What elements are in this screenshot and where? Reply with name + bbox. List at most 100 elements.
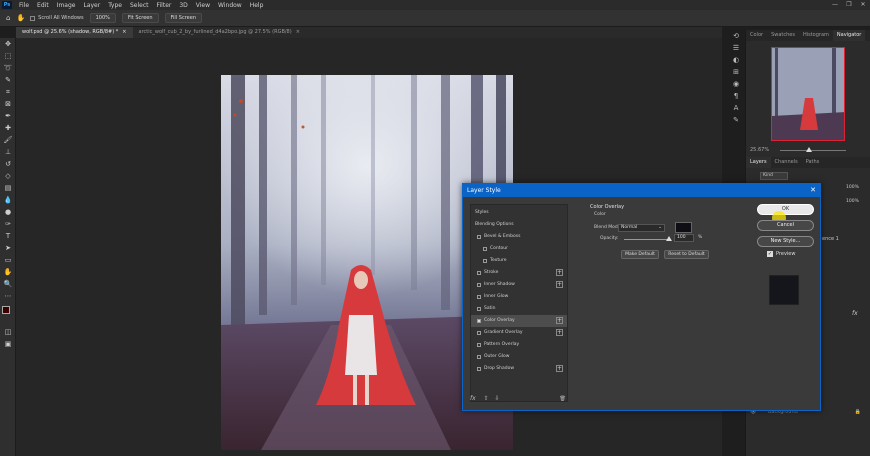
navigator-thumbnail[interactable] bbox=[771, 47, 845, 141]
menu-type[interactable]: Type bbox=[104, 2, 126, 9]
menu-help[interactable]: Help bbox=[246, 2, 268, 9]
history-panel-icon[interactable]: ⟲ bbox=[729, 30, 743, 42]
checkbox-icon[interactable] bbox=[477, 355, 481, 359]
close-icon[interactable]: ✕ bbox=[856, 0, 870, 10]
lasso-tool-icon[interactable]: ➰ bbox=[0, 62, 16, 74]
style-item-pattern-overlay[interactable]: Pattern Overlay bbox=[471, 339, 567, 351]
style-item-drop-shadow[interactable]: Drop Shadow + bbox=[471, 363, 567, 375]
properties-panel-icon[interactable]: ☰ bbox=[729, 42, 743, 54]
reset-to-default-button[interactable]: Reset to Default bbox=[664, 250, 709, 259]
menu-edit[interactable]: Edit bbox=[33, 2, 53, 9]
history-brush-tool-icon[interactable]: ↺ bbox=[0, 158, 16, 170]
style-item-gradient-overlay[interactable]: Gradient Overlay + bbox=[471, 327, 567, 339]
blur-tool-icon[interactable]: 💧 bbox=[0, 194, 16, 206]
checkbox-icon[interactable] bbox=[477, 367, 481, 371]
close-icon[interactable]: ✕ bbox=[810, 184, 816, 197]
path-select-tool-icon[interactable]: ➤ bbox=[0, 242, 16, 254]
cancel-button[interactable]: Cancel bbox=[757, 220, 814, 231]
menu-layer[interactable]: Layer bbox=[79, 2, 104, 9]
navigator-slider-knob[interactable] bbox=[806, 147, 812, 152]
blending-options-item[interactable]: Blending Options bbox=[471, 219, 567, 231]
tab-layers[interactable]: Layers bbox=[746, 157, 771, 168]
fx-badge[interactable]: fx bbox=[852, 310, 858, 317]
close-tab-icon[interactable]: × bbox=[296, 29, 300, 35]
scroll-all-windows-checkbox[interactable]: Scroll All Windows bbox=[30, 15, 84, 21]
add-style-icon[interactable]: + bbox=[556, 365, 563, 372]
styles-panel-icon[interactable]: ◉ bbox=[729, 78, 743, 90]
restore-icon[interactable]: ❐ bbox=[842, 0, 856, 10]
style-item-outer-glow[interactable]: Outer Glow bbox=[471, 351, 567, 363]
hand-tool-icon[interactable]: ✋ bbox=[16, 14, 25, 22]
make-default-button[interactable]: Make Default bbox=[621, 250, 659, 259]
styles-header[interactable]: Styles bbox=[471, 207, 567, 219]
ok-button[interactable]: OK bbox=[757, 204, 814, 215]
pen-tool-icon[interactable]: ✑ bbox=[0, 218, 16, 230]
quick-mask-icon[interactable]: ◫ bbox=[0, 326, 16, 338]
add-style-icon[interactable]: + bbox=[556, 317, 563, 324]
style-item-texture[interactable]: Texture bbox=[471, 255, 567, 267]
checkbox-icon[interactable] bbox=[477, 283, 481, 287]
frame-tool-icon[interactable]: ⊠ bbox=[0, 98, 16, 110]
preview-checkbox[interactable]: ✓ Preview bbox=[767, 251, 795, 257]
checkbox-checked-icon[interactable] bbox=[477, 319, 481, 323]
character-panel-icon[interactable]: A bbox=[729, 102, 743, 114]
doc-tab-wolf[interactable]: wolf.psd @ 25.6% (shadow, RGB/8#) * × bbox=[16, 27, 133, 38]
navigator-zoom-slider[interactable] bbox=[780, 150, 846, 151]
add-style-icon[interactable]: + bbox=[556, 329, 563, 336]
checkbox-icon[interactable] bbox=[477, 343, 481, 347]
move-tool-icon[interactable]: ✥ bbox=[0, 38, 16, 50]
move-down-icon[interactable]: ⇩ bbox=[495, 395, 500, 402]
layer-kind-filter[interactable]: Kind bbox=[760, 172, 788, 180]
healing-brush-tool-icon[interactable]: ✚ bbox=[0, 122, 16, 134]
doc-tab-arctic-wolf[interactable]: arctic_wolf_cub_2_by_furlined_d4a2bpo.jp… bbox=[133, 27, 306, 38]
style-item-inner-shadow[interactable]: Inner Shadow + bbox=[471, 279, 567, 291]
blend-mode-select[interactable]: Normal ⌄ bbox=[618, 224, 665, 232]
checkbox-icon[interactable] bbox=[477, 271, 481, 275]
libraries-panel-icon[interactable]: ⊞ bbox=[729, 66, 743, 78]
hand-tool-icon[interactable]: ✋ bbox=[0, 266, 16, 278]
screen-mode-icon[interactable]: ▣ bbox=[0, 338, 16, 350]
adjustments-panel-icon[interactable]: ◐ bbox=[729, 54, 743, 66]
menu-image[interactable]: Image bbox=[53, 2, 80, 9]
menu-select[interactable]: Select bbox=[126, 2, 153, 9]
home-icon[interactable]: ⌂ bbox=[6, 14, 10, 22]
tab-navigator[interactable]: Navigator bbox=[832, 30, 866, 41]
brush-tool-icon[interactable]: 🖌 bbox=[0, 134, 16, 146]
type-tool-icon[interactable]: T bbox=[0, 230, 16, 242]
navigator-zoom[interactable]: 25.67% bbox=[750, 147, 769, 153]
marquee-tool-icon[interactable]: ⬚ bbox=[0, 50, 16, 62]
style-item-stroke[interactable]: Stroke + bbox=[471, 267, 567, 279]
checkbox-icon[interactable] bbox=[477, 307, 481, 311]
trash-icon[interactable]: 🗑 bbox=[560, 396, 566, 402]
close-tab-icon[interactable]: × bbox=[122, 29, 126, 35]
overlay-color-swatch[interactable] bbox=[675, 222, 692, 233]
fill-screen-button[interactable]: Fill Screen bbox=[164, 13, 202, 23]
checkbox-icon[interactable] bbox=[477, 235, 481, 239]
shape-tool-icon[interactable]: ▭ bbox=[0, 254, 16, 266]
add-style-icon[interactable]: + bbox=[556, 269, 563, 276]
menu-window[interactable]: Window bbox=[214, 2, 246, 9]
zoom-tool-icon[interactable]: 🔍 bbox=[0, 278, 16, 290]
checkbox-icon[interactable] bbox=[483, 259, 487, 263]
dodge-tool-icon[interactable]: ● bbox=[0, 206, 16, 218]
zoom-100-button[interactable]: 100% bbox=[89, 13, 116, 23]
checkbox-icon[interactable] bbox=[477, 295, 481, 299]
foreground-color-swatch[interactable] bbox=[2, 306, 10, 314]
add-style-icon[interactable]: + bbox=[556, 281, 563, 288]
eraser-tool-icon[interactable]: ◇ bbox=[0, 170, 16, 182]
new-style-button[interactable]: New Style... bbox=[757, 236, 814, 247]
layer-opacity-field[interactable]: 100% bbox=[846, 185, 859, 190]
eyedropper-tool-icon[interactable]: ✒ bbox=[0, 110, 16, 122]
opacity-slider-knob[interactable] bbox=[666, 236, 672, 241]
clone-stamp-tool-icon[interactable]: ⊥ bbox=[0, 146, 16, 158]
style-item-satin[interactable]: Satin bbox=[471, 303, 567, 315]
brushes-panel-icon[interactable]: ✎ bbox=[729, 114, 743, 126]
layer-fill-field[interactable]: 100% bbox=[846, 199, 859, 204]
tab-swatches[interactable]: Swatches bbox=[767, 30, 799, 41]
opacity-slider[interactable] bbox=[624, 239, 669, 240]
move-up-icon[interactable]: ⇧ bbox=[484, 395, 489, 402]
menu-view[interactable]: View bbox=[192, 2, 214, 9]
style-item-inner-glow[interactable]: Inner Glow bbox=[471, 291, 567, 303]
quick-select-tool-icon[interactable]: ✎ bbox=[0, 74, 16, 86]
tab-histogram[interactable]: Histogram bbox=[799, 30, 833, 41]
